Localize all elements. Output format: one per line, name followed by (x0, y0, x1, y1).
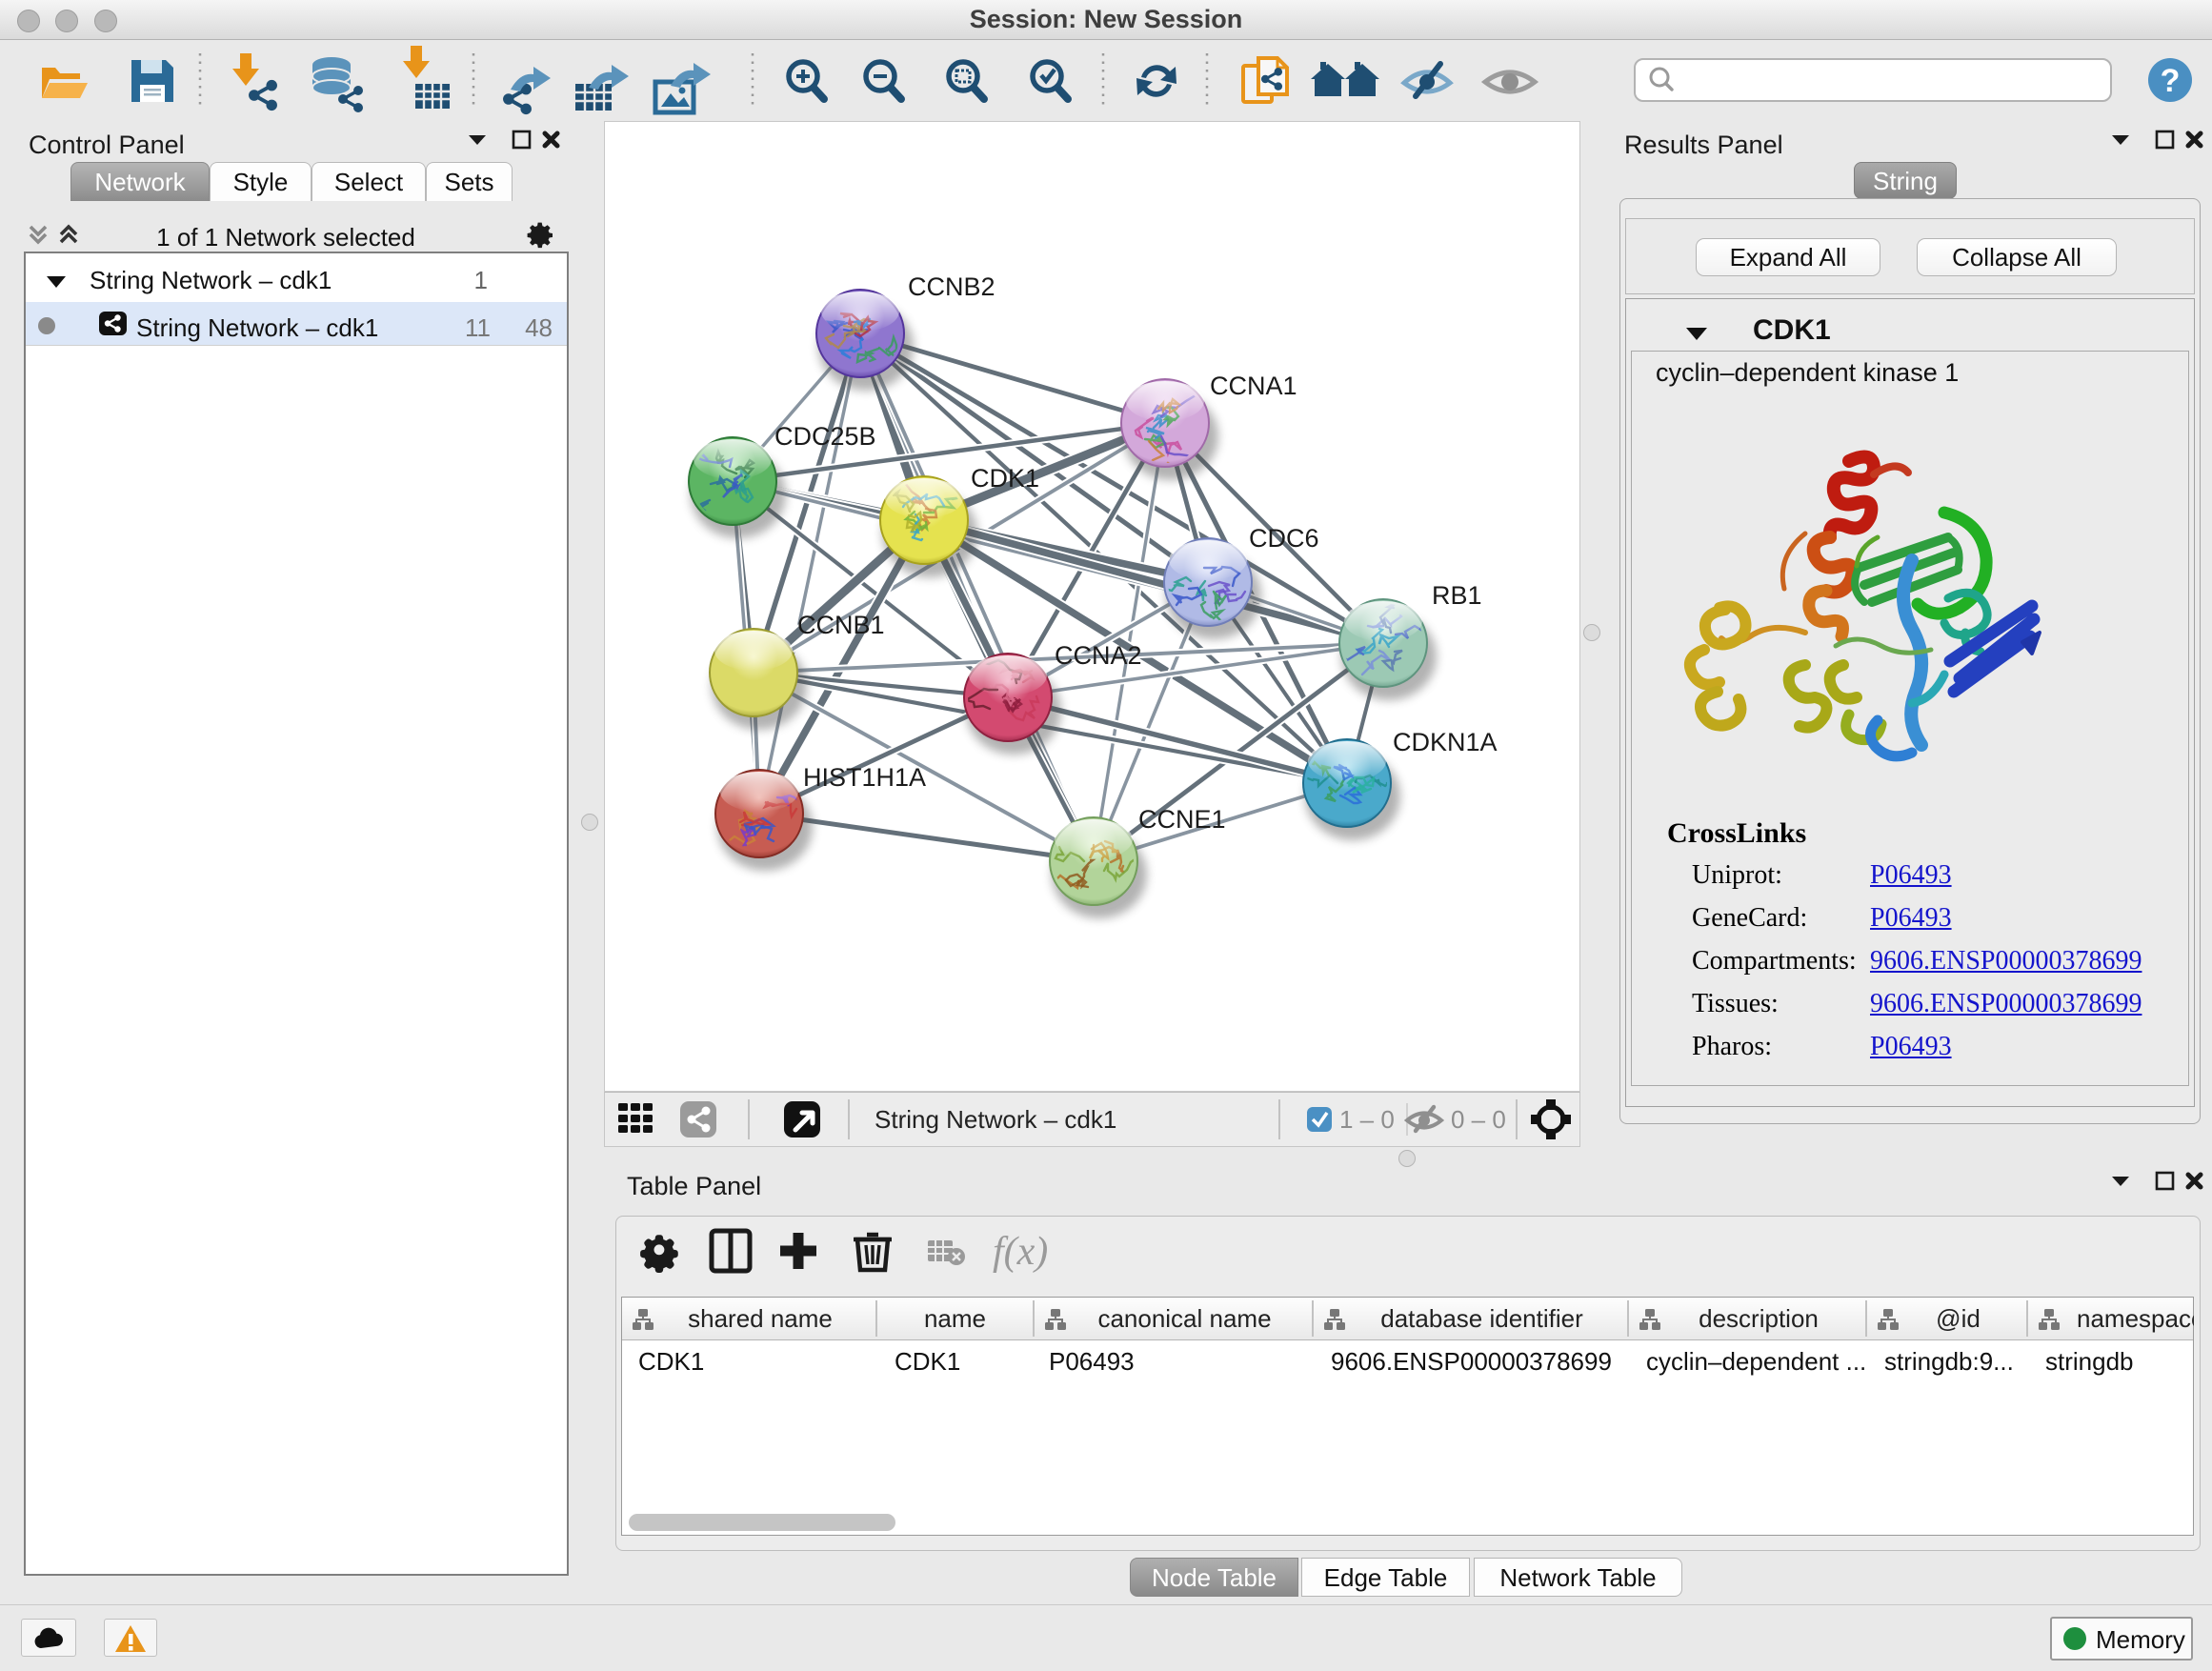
svg-text:f(x): f(x) (993, 1230, 1048, 1274)
svg-text:description: description (1699, 1304, 1819, 1333)
svg-text:@id: @id (1936, 1304, 1981, 1333)
svg-text:0 – 0: 0 – 0 (1451, 1105, 1506, 1134)
svg-text:CCNA1: CCNA1 (1210, 372, 1297, 400)
svg-text:CCNA2: CCNA2 (1055, 641, 1142, 670)
svg-text:CDKN1A: CDKN1A (1393, 728, 1498, 756)
svg-text:database identifier: database identifier (1380, 1304, 1583, 1333)
svg-text:?: ? (2161, 63, 2181, 99)
svg-text:String Network – cdk1: String Network – cdk1 (875, 1105, 1116, 1134)
svg-text:CCNB2: CCNB2 (908, 272, 995, 301)
svg-text:1 – 0: 1 – 0 (1339, 1105, 1395, 1134)
svg-text:CCNB1: CCNB1 (797, 611, 885, 639)
svg-text:CDK1: CDK1 (971, 464, 1039, 493)
svg-text:canonical name: canonical name (1097, 1304, 1271, 1333)
svg-text:namespace: namespace (2077, 1304, 2194, 1333)
svg-text:CDC25B: CDC25B (774, 422, 876, 451)
svg-text:RB1: RB1 (1432, 581, 1482, 610)
svg-text:CCNE1: CCNE1 (1138, 805, 1226, 834)
svg-text:shared name: shared name (688, 1304, 833, 1333)
svg-text:HIST1H1A: HIST1H1A (803, 763, 926, 792)
svg-text:CDC6: CDC6 (1249, 524, 1319, 553)
svg-text:name: name (924, 1304, 986, 1333)
